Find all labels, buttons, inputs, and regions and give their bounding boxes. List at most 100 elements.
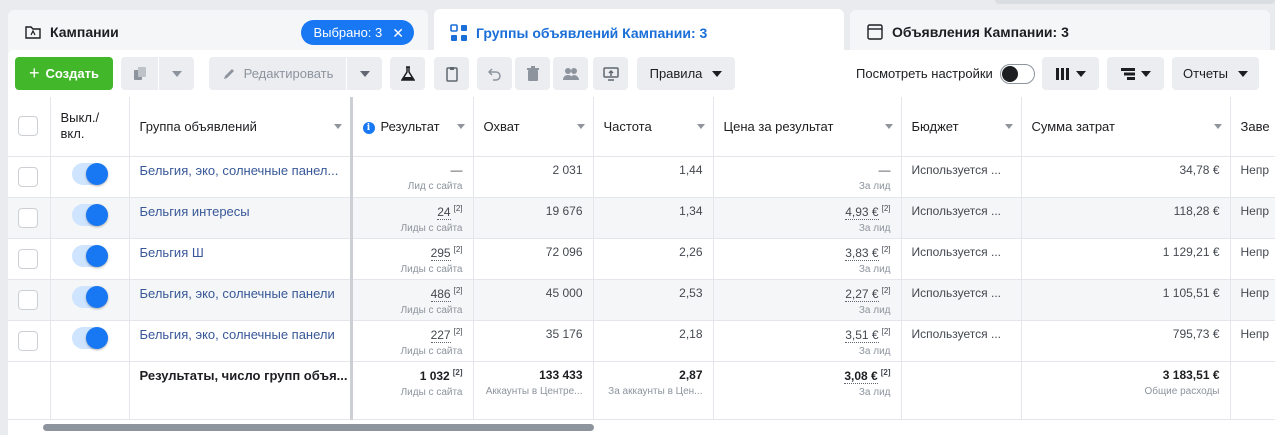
rules-button[interactable]: Правила [637, 57, 735, 90]
row-cpr: — [878, 162, 891, 177]
row-result-cell: — Лид с сайта [351, 156, 474, 198]
table-row[interactable]: Бельгия интересы 24 [2] Лиды с сайта 19 67… [8, 197, 1275, 239]
ab-test-button[interactable] [390, 57, 425, 90]
sort-caret-icon[interactable] [333, 124, 342, 129]
row-result-footnote[interactable]: [2] [454, 286, 463, 295]
row-select [8, 156, 51, 198]
row-cpr-footnote[interactable]: [2] [882, 245, 891, 254]
row-spent: 795,73 € [1021, 320, 1231, 362]
totals-spent-cell: 3 183,51 € Общие расходы [1021, 361, 1231, 420]
row-result-sub: Лиды с сайта [400, 304, 463, 316]
totals-reach-cell: 133 433 Аккаунты в Центре... [473, 361, 594, 420]
sort-caret-icon[interactable] [1004, 124, 1013, 129]
row-result-footnote[interactable]: [2] [454, 245, 463, 254]
row-toggle-cell [50, 238, 130, 280]
scrollbar-thumb[interactable] [43, 424, 594, 431]
duplicate-button[interactable] [121, 57, 158, 90]
row-frequency: 1,44 [593, 156, 714, 198]
audience-button[interactable] [553, 57, 588, 90]
col-name[interactable]: Группа объявлений [129, 97, 353, 157]
sort-caret-icon[interactable] [884, 124, 893, 129]
adset-name-link[interactable]: Бельгия, эко, солнечные панели [140, 327, 335, 342]
col-budget[interactable]: Бюджет [901, 97, 1022, 157]
totals-cpr-footnote[interactable]: [2] [881, 368, 891, 377]
row-result-footnote[interactable]: [2] [454, 327, 463, 336]
select-all-checkbox[interactable] [18, 116, 38, 137]
row-cpr-footnote[interactable]: [2] [882, 286, 891, 295]
table-row[interactable]: Бельгия Ш 295 [2] Лиды с сайта 72 096 2,26… [8, 238, 1275, 280]
clipboard-button[interactable] [434, 57, 469, 90]
row-enabled-toggle[interactable] [71, 326, 108, 349]
adset-name-link[interactable]: Бельгия, эко, солнечные панели [140, 286, 335, 301]
tab-campaigns[interactable]: Кампании Выбрано: 3 ✕ [8, 10, 428, 54]
selected-badge[interactable]: Выбрано: 3 ✕ [301, 20, 414, 45]
tab-campaigns-label: Кампании [50, 24, 119, 40]
breakdown-button[interactable] [1107, 57, 1164, 90]
row-result-footnote[interactable]: [2] [454, 204, 463, 213]
totals-frequency-sub: За аккаунты в Цен... [608, 385, 703, 397]
edit-button[interactable]: Редактировать [209, 57, 346, 90]
col-reach[interactable]: Охват [473, 97, 594, 157]
table-row[interactable]: Бельгия, эко, солнечные панели 227 [2] Лид… [8, 320, 1275, 362]
adset-name-link[interactable]: Бельгия, эко, солнечные панел... [140, 163, 339, 178]
col-onoff: Выкл./ вкл. [50, 97, 130, 157]
edit-dropdown[interactable] [347, 57, 382, 90]
create-button-label: Создать [45, 66, 99, 81]
duplicate-dropdown[interactable] [159, 57, 194, 90]
view-settings-toggle[interactable] [1000, 64, 1035, 84]
row-checkbox[interactable] [18, 289, 38, 310]
table-row[interactable]: Бельгия, эко, солнечные панели 486 [2] Лид… [8, 279, 1275, 321]
undo-button[interactable] [477, 57, 512, 90]
create-button[interactable]: + Создать [15, 57, 113, 90]
row-checkbox[interactable] [18, 248, 38, 269]
adset-name-link[interactable]: Бельгия интересы [140, 204, 250, 219]
row-enabled-toggle[interactable] [71, 285, 108, 308]
caret-down-icon [712, 70, 723, 77]
columns-button[interactable] [1042, 57, 1099, 90]
col-result[interactable]: i Результат [351, 97, 474, 157]
row-enabled-toggle[interactable] [71, 203, 108, 226]
sort-caret-icon[interactable] [576, 124, 585, 129]
undo-icon [487, 67, 502, 81]
row-cpr-footnote[interactable]: [2] [882, 327, 891, 336]
toggle-knob [85, 203, 108, 226]
selected-badge-label: Выбрано: 3 [313, 25, 383, 40]
row-cpr-footnote[interactable]: [2] [882, 204, 891, 213]
totals-result-footnote[interactable]: [2] [453, 368, 463, 377]
row-checkbox[interactable] [18, 330, 38, 351]
row-name-cell: Бельгия Ш [129, 238, 353, 280]
adsets-table-wrap: Выкл./ вкл. Группа объявлений i Результат… [8, 97, 1275, 421]
info-icon[interactable]: i [362, 121, 375, 134]
table-row[interactable]: Бельгия, эко, солнечные панел... — Лид с … [8, 156, 1275, 198]
row-checkbox[interactable] [18, 166, 38, 187]
adset-name-link[interactable]: Бельгия Ш [140, 245, 204, 260]
sort-caret-icon[interactable] [696, 124, 705, 129]
close-icon[interactable]: ✕ [392, 26, 404, 40]
tab-ads[interactable]: Объявления Кампании: 3 [850, 10, 1270, 54]
totals-budget [901, 361, 1022, 420]
col-frequency[interactable]: Частота [593, 97, 714, 157]
row-toggle-cell [50, 156, 130, 198]
view-settings-label: Посмотреть настройки [856, 66, 993, 81]
delete-button[interactable] [515, 57, 550, 90]
row-enabled-toggle[interactable] [71, 244, 108, 267]
row-ends: Непр [1230, 156, 1275, 198]
row-cpr-cell: 3,51 € [2] За лид [713, 320, 902, 362]
totals-label: Результаты, число групп объя... [139, 367, 348, 383]
flask-icon [400, 65, 415, 82]
col-ends[interactable]: Заве [1230, 97, 1275, 157]
export-button[interactable] [593, 57, 628, 90]
sort-caret-icon[interactable] [456, 124, 465, 129]
col-cost-per-result[interactable]: Цена за результат [713, 97, 902, 157]
columns-icon [1055, 67, 1070, 80]
reports-button[interactable]: Отчеты [1172, 57, 1259, 90]
row-enabled-toggle[interactable] [71, 162, 108, 185]
row-checkbox[interactable] [18, 207, 38, 228]
col-spent[interactable]: Сумма затрат [1021, 97, 1231, 157]
totals-row: Результаты, число групп объя... 1 032 [2]… [8, 361, 1275, 420]
edit-button-label: Редактировать [243, 66, 334, 81]
horizontal-scrollbar[interactable] [8, 422, 1275, 435]
sort-caret-icon[interactable] [1213, 124, 1222, 129]
col-result-label: Результат [380, 118, 440, 134]
col-spent-label: Сумма затрат [1031, 118, 1115, 134]
